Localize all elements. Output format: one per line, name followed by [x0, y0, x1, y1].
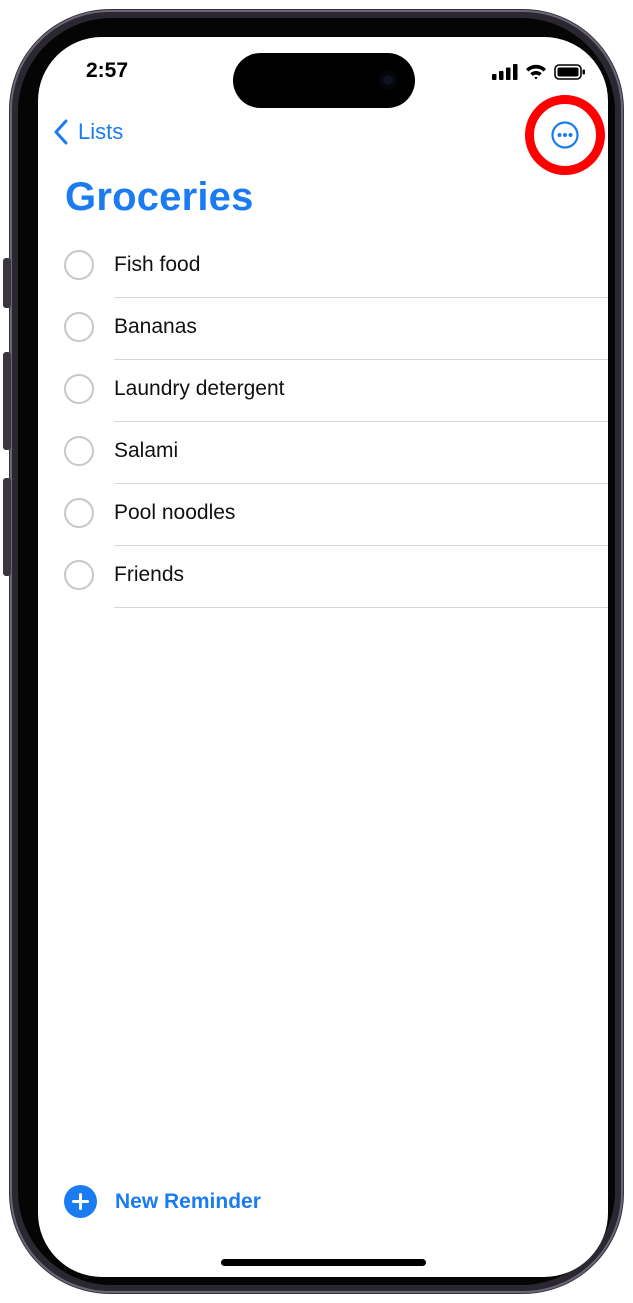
volume-up-button: [3, 352, 11, 450]
list-item[interactable]: Pool noodles: [38, 484, 608, 546]
complete-checkbox[interactable]: [64, 498, 94, 528]
reminder-title[interactable]: Fish food: [114, 253, 200, 277]
more-options-button[interactable]: [525, 95, 605, 175]
back-to-lists-button[interactable]: Lists: [54, 119, 123, 145]
list-item[interactable]: Fish food: [38, 236, 608, 298]
back-label: Lists: [78, 119, 124, 144]
complete-checkbox[interactable]: [64, 250, 94, 280]
reminder-title[interactable]: Laundry detergent: [114, 377, 284, 401]
list-item[interactable]: Bananas: [38, 298, 608, 360]
device-screenshot: 2:57 Lists Groceries Fish food Bananas L…: [0, 0, 633, 1303]
complete-checkbox[interactable]: [64, 374, 94, 404]
plus-circle-icon: [64, 1185, 97, 1218]
new-reminder-label: New Reminder: [115, 1189, 261, 1213]
status-icons: [492, 63, 586, 80]
reminder-title[interactable]: Pool noodles: [114, 501, 235, 525]
battery-icon: [554, 63, 585, 80]
action-button: [3, 258, 11, 308]
reminder-title[interactable]: Friends: [114, 563, 184, 587]
new-reminder-button[interactable]: New Reminder: [64, 1185, 261, 1218]
list-item[interactable]: Laundry detergent: [38, 360, 608, 422]
wifi-icon: [526, 64, 546, 80]
page-title: Groceries: [65, 175, 254, 219]
home-indicator[interactable]: [221, 1259, 426, 1266]
status-time: 2:57: [86, 59, 129, 82]
list-item[interactable]: Salami: [38, 422, 608, 484]
complete-checkbox[interactable]: [64, 312, 94, 342]
complete-checkbox[interactable]: [64, 436, 94, 466]
cellular-signal-icon: [492, 63, 518, 80]
phone-screen: 2:57 Lists Groceries Fish food Bananas L…: [38, 37, 608, 1277]
reminder-title[interactable]: Bananas: [114, 315, 197, 339]
ellipsis-circle-icon: [551, 121, 579, 149]
dynamic-island: [233, 53, 415, 108]
front-camera-icon: [379, 71, 397, 89]
list-item[interactable]: Friends: [38, 546, 608, 608]
complete-checkbox[interactable]: [64, 560, 94, 590]
volume-down-button: [3, 478, 11, 576]
row-divider: [114, 607, 608, 608]
reminder-title[interactable]: Salami: [114, 439, 178, 463]
chevron-left-icon: [54, 119, 68, 145]
reminder-list: Fish food Bananas Laundry detergent Sala…: [38, 236, 608, 608]
